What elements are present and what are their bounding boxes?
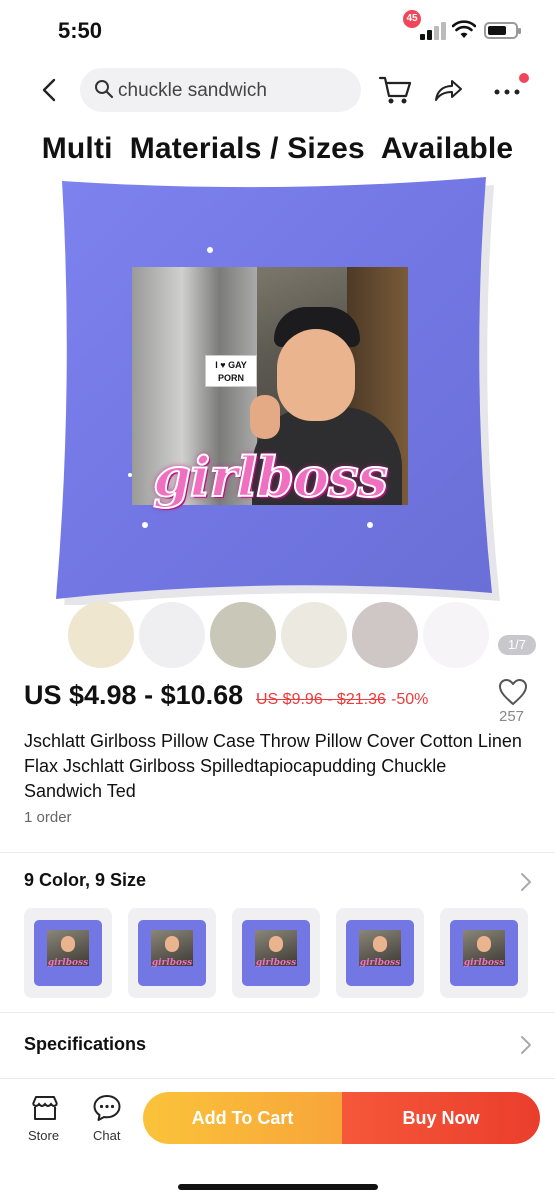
top-nav: chuckle sandwich [0, 62, 555, 118]
variant-thumb[interactable]: girlboss [128, 908, 216, 998]
bottom-action-bar: Store Chat Add To Cart Buy Now [0, 1078, 555, 1200]
original-price: US $9.96 - $21.36 [256, 691, 386, 708]
swatch-1[interactable] [68, 602, 134, 668]
discount-badge: -50% [391, 691, 429, 708]
variant-thumb[interactable]: girlboss [336, 908, 424, 998]
signal-icon [420, 22, 446, 40]
divider [0, 852, 555, 853]
wishlist-count: 257 [499, 708, 525, 725]
store-icon[interactable] [30, 1094, 60, 1122]
back-icon[interactable] [36, 76, 64, 104]
variant-thumb[interactable]: girlboss [440, 908, 528, 998]
swatch-3[interactable] [210, 602, 276, 668]
search-icon [95, 80, 114, 99]
heart-icon[interactable] [498, 678, 528, 706]
search-bar[interactable]: chuckle sandwich [80, 68, 361, 112]
photo-sign: I ♥ GAY PORN [205, 355, 257, 387]
variant-title[interactable]: 9 Color, 9 Size [24, 870, 146, 891]
cart-count-badge: 45 [403, 10, 421, 28]
specifications-title[interactable]: Specifications [24, 1034, 146, 1055]
swatch-5[interactable] [352, 602, 418, 668]
material-swatches [68, 602, 489, 668]
wifi-icon [452, 20, 476, 38]
chevron-right-icon[interactable] [520, 872, 532, 892]
overlay-text: girlboss [152, 444, 389, 510]
variant-thumbnails: girlboss girlboss girlboss girlboss girl… [24, 908, 529, 998]
variant-thumb[interactable]: girlboss [24, 908, 112, 998]
add-to-cart-button[interactable]: Add To Cart [143, 1092, 342, 1144]
variant-thumb[interactable]: girlboss [232, 908, 320, 998]
price-range: US $4.98 - $10.68 [24, 680, 244, 710]
chevron-right-icon[interactable] [520, 1035, 532, 1055]
search-query[interactable]: chuckle sandwich [118, 80, 267, 102]
cart-icon[interactable] [378, 74, 414, 106]
swatch-2[interactable] [139, 602, 205, 668]
share-icon[interactable] [434, 78, 464, 102]
battery-icon [484, 22, 521, 39]
chat-label[interactable]: Chat [93, 1128, 120, 1143]
divider [0, 1012, 555, 1013]
more-icon[interactable] [492, 78, 522, 102]
swatch-4[interactable] [281, 602, 347, 668]
buy-now-button[interactable]: Buy Now [342, 1092, 540, 1144]
image-counter: 1/7 [498, 635, 536, 655]
swatch-6[interactable] [423, 602, 489, 668]
status-time: 5:50 [58, 18, 103, 43]
order-count: 1 order [24, 809, 72, 826]
status-bar: 5:50 [0, 0, 555, 60]
chat-icon[interactable] [92, 1093, 122, 1123]
notification-dot [519, 73, 529, 83]
banner-text: Multi Materials / Sizes Available [41, 132, 514, 165]
product-title: Jschlatt Girlboss Pillow Case Throw Pill… [24, 731, 522, 801]
store-label[interactable]: Store [28, 1128, 59, 1143]
home-indicator [178, 1184, 378, 1190]
